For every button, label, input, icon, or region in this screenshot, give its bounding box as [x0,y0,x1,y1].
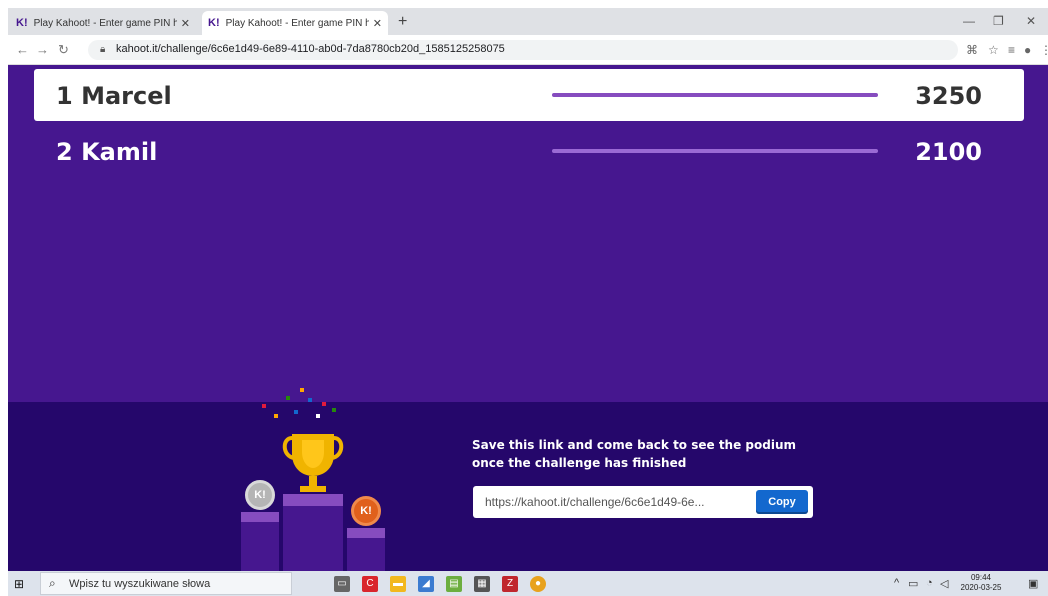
challenge-link-text: https://kahoot.it/challenge/6c6e1d49-6e.… [485,495,705,509]
search-placeholder: Wpisz tu wyszukiwane słowa [69,578,211,590]
screen: K! Play Kahoot! - Enter game PIN he ✕ K!… [0,0,1048,596]
challenge-footer: K! K! Save this link and come back to se… [8,388,1048,571]
windows-taskbar: ⊞ ⌕ Wpisz tu wyszukiwane słowa ▭ C ▬ ◢ ▤… [8,571,1048,596]
tab-strip: K! Play Kahoot! - Enter game PIN he ✕ K!… [8,8,1048,35]
calculator-icon[interactable]: ▦ [474,576,490,592]
notifications-icon[interactable]: ▣ [1028,577,1038,590]
confetti-icon [332,408,336,412]
confetti-icon [294,410,298,414]
profile-icon[interactable]: ● [1024,43,1031,57]
restore-icon[interactable]: ❐ [993,14,1004,28]
taskbar-search[interactable]: ⌕ Wpisz tu wyszukiwane słowa [40,572,292,595]
task-view-icon[interactable]: ▭ [334,576,350,592]
confetti-icon [300,388,304,392]
volume-icon[interactable]: ◁ [940,577,948,590]
third-place-pedestal [347,538,385,571]
first-place-pedestal [283,506,343,571]
network-icon[interactable]: ◔ [926,577,933,589]
confetti-icon [316,414,320,418]
player-score: 2100 [915,138,982,166]
battery-icon[interactable]: ▭ [908,577,918,590]
save-link-message: Save this link and come back to see the … [472,438,796,470]
translate-icon[interactable]: ⌘ [966,43,978,57]
confetti-icon [274,414,278,418]
close-tab-icon[interactable]: ✕ [373,17,382,30]
taskbar-clock[interactable]: 09:44 2020-03-25 [956,573,1006,593]
confetti-icon [308,398,312,402]
address-bar[interactable]: 🔒︎ kahoot.it/challenge/6c6e1d49-6e89-411… [88,40,958,60]
forward-icon[interactable]: → [36,42,49,57]
back-icon[interactable]: ← [16,42,29,57]
reload-icon[interactable]: ↻ [58,42,69,58]
url-text: kahoot.it/challenge/6c6e1d49-6e89-4110-a… [116,43,505,55]
lock-icon: 🔒︎ [100,44,106,55]
new-tab-button[interactable]: + [398,13,407,31]
score-bar [552,149,878,153]
browser-tab[interactable]: K! Play Kahoot! - Enter game PIN he ✕ [10,11,196,35]
challenge-link-field[interactable]: https://kahoot.it/challenge/6c6e1d49-6e.… [473,486,813,518]
tray-chevron-icon[interactable]: ^ [894,577,899,589]
trophy-icon [282,434,344,492]
clock-time: 09:44 [970,573,992,582]
score-bar [552,93,878,97]
app-icon[interactable]: ◢ [418,576,434,592]
confetti-icon [262,404,266,408]
player-name: 2 Kamil [56,138,158,166]
close-tab-icon[interactable]: ✕ [181,17,190,30]
kahoot-favicon-icon: K! [208,17,220,29]
leaderboard-row: 2 Kamil 2100 [34,125,1024,177]
browser-tab-active[interactable]: K! Play Kahoot! - Enter game PIN he ✕ [202,11,388,35]
second-place-pedestal [241,512,279,522]
kahoot-favicon-icon: K! [16,17,28,29]
chrome-icon[interactable]: ● [530,576,546,592]
minimize-icon[interactable]: — [963,14,975,28]
clock-date: 2020-03-25 [960,583,1002,592]
bronze-medal-icon: K! [351,496,381,526]
file-explorer-icon[interactable]: ▬ [390,576,406,592]
app-icon[interactable]: ▤ [446,576,462,592]
silver-medal-icon: K! [245,480,275,510]
app-icon[interactable]: C [362,576,378,592]
player-name: 1 Marcel [56,82,172,110]
leaderboard-row: 1 Marcel 3250 [34,69,1024,121]
reading-list-icon[interactable]: ≡ [1008,43,1015,57]
first-place-pedestal [283,494,343,506]
close-window-icon[interactable]: ✕ [1026,14,1036,28]
filezilla-icon[interactable]: Z [502,576,518,592]
search-icon: ⌕ [49,576,56,590]
kahoot-page: 1 Marcel 3250 2 Kamil 2100 K! K! Save th… [8,65,1048,571]
player-score: 3250 [915,82,982,110]
menu-icon[interactable]: ⋮ [1040,43,1048,57]
tab-title: Play Kahoot! - Enter game PIN he [225,17,369,29]
browser-toolbar: ← → ↻ 🔒︎ kahoot.it/challenge/6c6e1d49-6e… [8,35,1048,65]
second-place-pedestal [241,522,279,571]
third-place-pedestal [347,528,385,538]
tab-title: Play Kahoot! - Enter game PIN he [33,17,177,29]
podium-illustration: K! K! [238,388,398,571]
bookmark-star-icon[interactable]: ☆ [988,43,999,57]
confetti-icon [286,396,290,400]
copy-button[interactable]: Copy [756,490,808,514]
confetti-icon [322,402,326,406]
windows-start-icon[interactable]: ⊞ [14,577,24,591]
